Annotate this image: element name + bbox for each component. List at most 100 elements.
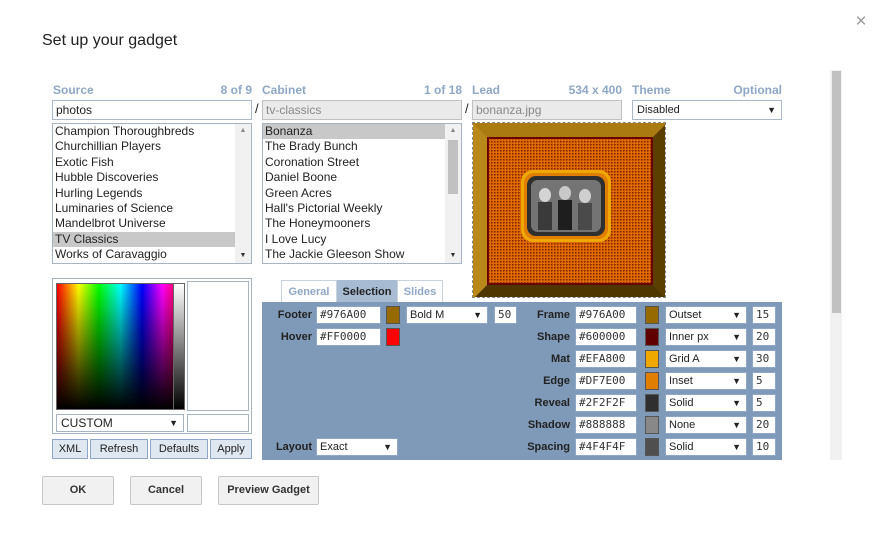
scroll-up-icon[interactable]: ▲ <box>235 124 251 138</box>
custom-hex-input[interactable] <box>187 414 249 432</box>
cabinet-label: Cabinet <box>262 83 307 97</box>
defaults-button[interactable]: Defaults <box>150 439 208 459</box>
edge-style-select[interactable]: Inset ▼ <box>665 372 747 390</box>
edge-hex-input[interactable]: #DF7E00 <box>575 372 637 390</box>
mat-style-value: Grid A <box>669 353 700 365</box>
mat-style-select[interactable]: Grid A ▼ <box>665 350 747 368</box>
scroll-thumb[interactable] <box>448 140 458 194</box>
ok-button[interactable]: OK <box>42 476 114 505</box>
edge-num-input[interactable]: 5 <box>752 372 776 390</box>
shadow-hex-input[interactable]: #888888 <box>575 416 637 434</box>
list-item[interactable]: Churchillian Players <box>53 139 235 154</box>
cabinet-count: 1 of 18 <box>423 83 462 97</box>
list-item[interactable]: The Honeymooners <box>263 216 445 231</box>
color-spectrum[interactable] <box>56 283 185 410</box>
mat-num-input[interactable]: 30 <box>752 350 776 368</box>
layout-value: Exact <box>320 441 348 453</box>
hover-hex-input[interactable]: #FF0000 <box>316 328 381 346</box>
chevron-down-icon: ▼ <box>732 332 741 342</box>
cabinet-scrollbar[interactable]: ▲ ▼ <box>445 124 461 263</box>
shape-style-value: Inner px <box>669 331 709 343</box>
shape-color-swatch[interactable] <box>645 328 659 346</box>
list-item[interactable]: Works of Caravaggio <box>53 247 235 262</box>
theme-value: Disabled <box>637 104 680 116</box>
shape-hex-input[interactable]: #600000 <box>575 328 637 346</box>
cabinet-input[interactable]: tv-classics <box>262 100 462 120</box>
source-input[interactable]: photos <box>52 100 252 120</box>
spacing-num-input[interactable]: 10 <box>752 438 776 456</box>
reveal-color-swatch[interactable] <box>645 394 659 412</box>
list-item[interactable]: The Jackie Gleeson Show <box>263 247 445 262</box>
lead-input[interactable]: bonanza.jpg <box>472 100 622 120</box>
shadow-color-swatch[interactable] <box>645 416 659 434</box>
mat-color-swatch[interactable] <box>645 350 659 368</box>
edge-color-swatch[interactable] <box>645 372 659 390</box>
tab-slides[interactable]: Slides <box>397 280 443 302</box>
theme-label: Theme <box>632 83 671 97</box>
list-item[interactable]: Exotic Fish <box>53 155 235 170</box>
reveal-hex-input[interactable]: #2F2F2F <box>575 394 637 412</box>
footer-hex-input[interactable]: #976A00 <box>316 306 381 324</box>
chevron-down-icon: ▼ <box>169 418 178 428</box>
source-label: Source <box>53 83 94 97</box>
xml-button[interactable]: XML <box>52 439 88 459</box>
frame-label: Frame <box>536 309 570 321</box>
cabinet-list[interactable]: Bonanza The Brady Bunch Coronation Street D… <box>262 123 462 264</box>
refresh-button[interactable]: Refresh <box>90 439 148 459</box>
list-item[interactable]: I Love Lucy <box>263 232 445 247</box>
brightness-slider[interactable] <box>173 283 185 410</box>
tab-selection[interactable]: Selection <box>337 280 397 302</box>
edge-label: Edge <box>543 375 570 387</box>
list-item[interactable]: Daniel Boone <box>263 170 445 185</box>
list-item[interactable]: Bonanza <box>263 124 445 140</box>
preview-gadget-button[interactable]: Preview Gadget <box>218 476 319 505</box>
spacing-color-swatch[interactable] <box>645 438 659 456</box>
shadow-num-input[interactable]: 20 <box>752 416 776 434</box>
reveal-num-input[interactable]: 5 <box>752 394 776 412</box>
apply-button[interactable]: Apply <box>210 439 252 459</box>
theme-select[interactable]: Disabled ▼ <box>632 100 782 120</box>
scroll-down-icon[interactable]: ▼ <box>235 249 251 263</box>
color-mode-select[interactable]: CUSTOM ▼ <box>56 414 184 432</box>
shape-num-input[interactable]: 20 <box>752 328 776 346</box>
shadow-style-select[interactable]: None ▼ <box>665 416 747 434</box>
frame-hex-input[interactable]: #976A00 <box>575 306 637 324</box>
spacing-hex-input[interactable]: #4F4F4F <box>575 438 637 456</box>
shape-style-select[interactable]: Inner px ▼ <box>665 328 747 346</box>
footer-font-select[interactable]: Bold M ▼ <box>406 306 488 324</box>
list-item[interactable]: Luminaries of Science <box>53 201 235 216</box>
list-item[interactable]: Hurling Legends <box>53 186 235 201</box>
mat-hex-input[interactable]: #EFA800 <box>575 350 637 368</box>
list-item[interactable]: Coronation Street <box>263 155 445 170</box>
cancel-button[interactable]: Cancel <box>130 476 202 505</box>
hover-color-swatch[interactable] <box>386 328 400 346</box>
close-icon[interactable]: × <box>850 11 872 33</box>
list-item[interactable]: Mandelbrot Universe <box>53 216 235 231</box>
list-item[interactable]: Hall's Pictorial Weekly <box>263 201 445 216</box>
frame-color-swatch[interactable] <box>645 306 659 324</box>
source-list[interactable]: Champion Thoroughbreds Churchillian Playe… <box>52 123 252 264</box>
layout-select[interactable]: Exact ▼ <box>316 438 398 456</box>
footer-color-swatch[interactable] <box>386 306 400 324</box>
scroll-down-icon[interactable]: ▼ <box>445 249 461 263</box>
reveal-style-select[interactable]: Solid ▼ <box>665 394 747 412</box>
spacing-style-select[interactable]: Solid ▼ <box>665 438 747 456</box>
frame-style-value: Outset <box>669 309 702 321</box>
source-scrollbar[interactable]: ▲ ▼ <box>235 124 251 263</box>
list-item[interactable]: Hubble Discoveries <box>53 170 235 185</box>
dialog-scroll-thumb[interactable] <box>832 71 841 313</box>
frame-num-input[interactable]: 15 <box>752 306 776 324</box>
footer-label: Footer <box>277 309 312 321</box>
list-item[interactable]: The Brady Bunch <box>263 139 445 154</box>
color-mode-value: CUSTOM <box>61 416 113 430</box>
list-item[interactable]: TV Classics <box>53 231 235 248</box>
layout-label: Layout <box>275 441 312 453</box>
frame-style-select[interactable]: Outset ▼ <box>665 306 747 324</box>
dialog-title: Set up your gadget <box>42 32 178 49</box>
tab-general[interactable]: General <box>281 280 337 302</box>
list-item[interactable]: Green Acres <box>263 186 445 201</box>
list-item[interactable]: Champion Thoroughbreds <box>53 124 235 139</box>
footer-font-value: Bold M <box>410 309 445 321</box>
framed-photo <box>473 123 665 297</box>
scroll-up-icon[interactable]: ▲ <box>445 124 461 138</box>
